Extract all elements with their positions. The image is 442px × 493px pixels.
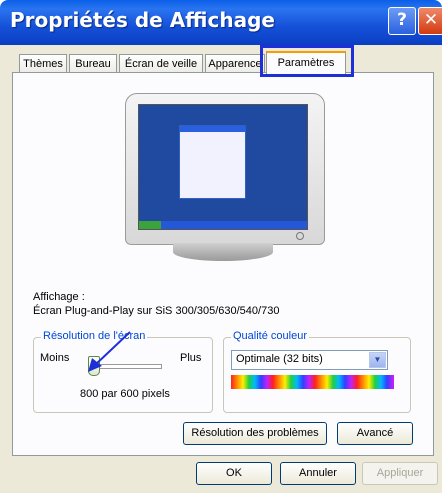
monitor-bezel (125, 93, 325, 245)
tab-desktop[interactable]: Bureau (69, 54, 117, 73)
troubleshoot-button[interactable]: Résolution des problèmes (183, 422, 327, 445)
dialog-body: Thèmes Bureau Écran de veille Apparence … (0, 45, 442, 493)
monitor-preview (125, 93, 325, 263)
title-bar: Propriétés de Affichage ? ✕ (0, 0, 442, 45)
window-title: Propriétés de Affichage (10, 8, 275, 32)
color-quality-group: Qualité couleur Optimale (32 bits) ▼ (223, 330, 411, 413)
resolution-value: 800 par 600 pixels (80, 388, 170, 400)
color-spectrum-bar (231, 375, 394, 389)
chevron-down-icon[interactable]: ▼ (369, 352, 386, 368)
close-button[interactable]: ✕ (418, 7, 442, 35)
tab-appearance[interactable]: Apparence (205, 54, 265, 73)
color-quality-value: Optimale (32 bits) (236, 353, 323, 365)
monitor-stand (173, 243, 273, 261)
apply-button[interactable]: Appliquer (362, 462, 438, 485)
preview-window (179, 125, 246, 199)
tab-screensaver[interactable]: Écran de veille (119, 54, 203, 73)
power-led-icon (296, 232, 304, 240)
resolution-less-label: Moins (40, 352, 70, 364)
preview-taskbar (139, 221, 307, 229)
display-heading: Affichage : (33, 291, 85, 303)
settings-tab-highlight (260, 45, 354, 77)
desktop-preview (138, 104, 308, 230)
display-device: Écran Plug-and-Play sur SiS 300/305/630/… (33, 305, 280, 317)
tab-themes[interactable]: Thèmes (19, 54, 67, 73)
resolution-more-label: Plus (180, 352, 202, 364)
ok-button[interactable]: OK (196, 462, 272, 485)
annotation-arrow-icon (88, 331, 131, 372)
color-quality-select[interactable]: Optimale (32 bits) ▼ (231, 350, 388, 370)
color-group-title: Qualité couleur (231, 330, 309, 342)
settings-panel: Affichage : Écran Plug-and-Play sur SiS … (12, 72, 434, 456)
advanced-button[interactable]: Avancé (337, 422, 413, 445)
cancel-button[interactable]: Annuler (280, 462, 356, 485)
help-button[interactable]: ? (388, 7, 416, 35)
